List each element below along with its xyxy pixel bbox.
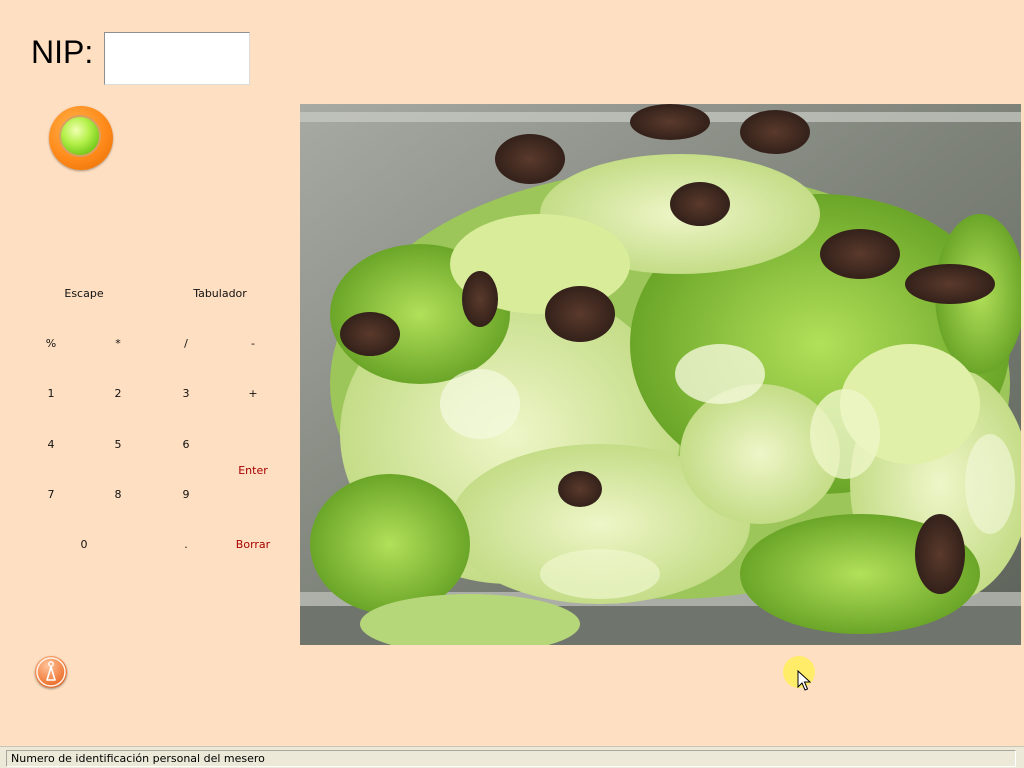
key-7[interactable]: 7	[41, 488, 61, 502]
key-percent[interactable]: %	[41, 337, 61, 351]
key-1[interactable]: 1	[41, 387, 61, 401]
nip-input[interactable]	[104, 32, 250, 85]
key-3[interactable]: 3	[176, 387, 196, 401]
mouse-cursor-icon	[797, 670, 811, 691]
key-minus[interactable]: -	[243, 337, 263, 351]
key-9[interactable]: 9	[176, 488, 196, 502]
info-symbol-icon	[36, 657, 66, 687]
key-multiply[interactable]: *	[108, 337, 128, 351]
key-4[interactable]: 4	[41, 438, 61, 452]
status-bar: Numero de identificación personal del me…	[0, 746, 1024, 768]
key-6[interactable]: 6	[176, 438, 196, 452]
info-icon[interactable]	[35, 656, 67, 688]
status-light-button[interactable]	[49, 106, 113, 170]
key-5[interactable]: 5	[108, 438, 128, 452]
key-2[interactable]: 2	[108, 387, 128, 401]
key-8[interactable]: 8	[108, 488, 128, 502]
status-bar-text: Numero de identificación personal del me…	[6, 750, 1016, 767]
key-enter[interactable]: Enter	[233, 464, 273, 478]
key-0[interactable]: 0	[74, 538, 94, 552]
key-divide[interactable]: /	[176, 337, 196, 351]
key-delete[interactable]: Borrar	[233, 538, 273, 552]
key-plus[interactable]: +	[243, 387, 263, 401]
key-escape[interactable]: Escape	[56, 287, 112, 301]
green-light-icon	[59, 115, 101, 157]
nip-label: NIP:	[31, 34, 94, 70]
key-tab[interactable]: Tabulador	[186, 287, 254, 301]
key-dot[interactable]: .	[176, 538, 196, 552]
salad-photo	[300, 104, 1021, 645]
salad-lettuce-photo	[300, 104, 1021, 645]
